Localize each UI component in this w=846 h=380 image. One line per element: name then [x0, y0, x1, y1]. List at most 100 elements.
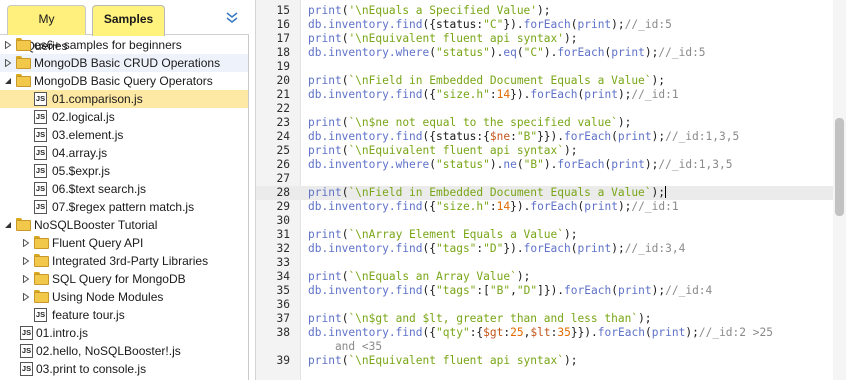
collapsed-arrow-icon[interactable]: [4, 41, 12, 49]
tree-folder-query[interactable]: MongoDB Basic Query Operators: [0, 72, 248, 90]
tree-file-t1[interactable]: JS 01.intro.js: [0, 324, 248, 342]
tree-folder-node[interactable]: Using Node Modules: [0, 288, 248, 306]
code-text: db.inventory.find({status:{$ne:"B"}}).fo…: [308, 130, 739, 144]
tree-folder-es6[interactable]: es6+ samples for beginners: [0, 36, 248, 54]
tree-file-f5[interactable]: JS 05.$expr.js: [0, 162, 248, 180]
code-line[interactable]: 33: [256, 256, 846, 270]
code-token: );: [651, 186, 666, 199]
code-line[interactable]: 23 print(`\n$ne not equal to the specifie…: [256, 116, 846, 130]
tree-folder-i3[interactable]: Integrated 3rd-Party Libraries: [0, 252, 248, 270]
collapse-all-icon[interactable]: [224, 10, 240, 26]
code-token: );: [651, 130, 666, 143]
code-token: );: [563, 354, 578, 367]
code-token: print: [617, 284, 652, 297]
code-token: }}).: [570, 326, 598, 339]
code-token: );: [617, 88, 632, 101]
expanded-arrow-icon[interactable]: [4, 77, 12, 85]
code-line[interactable]: 29 db.inventory.find({"size.h":14}).forEa…: [256, 200, 846, 214]
code-line[interactable]: 17 print('\nEquivalent fluent api syntax'…: [256, 32, 846, 46]
code-token: 25: [510, 326, 524, 339]
collapsed-arrow-icon[interactable]: [22, 293, 30, 301]
tree-file-f3[interactable]: JS 03.element.js: [0, 126, 248, 144]
code-line[interactable]: 27: [256, 172, 846, 186]
code-token: print: [308, 228, 342, 241]
tree-item-label: 03.element.js: [52, 128, 124, 142]
code-line[interactable]: 18 db.inventory.where("status").eq("C").f…: [256, 46, 846, 60]
line-number: 37: [276, 312, 290, 325]
tree-item-label: 07.$regex pattern match.js: [52, 200, 195, 214]
tab-my-queries[interactable]: My Queries: [7, 5, 86, 53]
code-token: //_id:1: [631, 88, 679, 101]
tree-file-f2[interactable]: JS 02.logical.js: [0, 108, 248, 126]
code-line[interactable]: 35 db.inventory.find({"tags":["B","D"]}).…: [256, 284, 846, 298]
code-line[interactable]: 21 db.inventory.find({"size.h":14}).forEa…: [256, 88, 846, 102]
code-token: "tags": [436, 284, 477, 297]
code-line[interactable]: 22: [256, 102, 846, 116]
code-token: "qty": [436, 326, 470, 339]
code-token: forEach: [523, 242, 571, 255]
line-number: 17: [276, 32, 290, 45]
code-line[interactable]: 28 print(`\nField in Embedded Document Eq…: [256, 186, 846, 200]
code-line[interactable]: 24 db.inventory.find({status:{$ne:"B"}}).…: [256, 130, 846, 144]
line-number: 23: [276, 116, 290, 129]
editor-scrollbar[interactable]: [833, 0, 846, 380]
code-token: print: [584, 88, 618, 101]
line-number: 26: [276, 158, 290, 171]
code-text: print(`\nEquivalent fluent api syntax`);: [308, 354, 577, 368]
code-line[interactable]: 30: [256, 214, 846, 228]
collapsed-arrow-icon[interactable]: [22, 275, 30, 283]
code-token: );: [563, 144, 578, 157]
tree-file-t2[interactable]: JS 02.hello, NoSQLBooster!.js: [0, 342, 248, 360]
code-line[interactable]: 31 print(`\nArray Element Equals a Value`…: [256, 228, 846, 242]
code-line[interactable]: 20 print(`\nField in Embedded Document Eq…: [256, 74, 846, 88]
line-number: 31: [276, 228, 290, 241]
code-line[interactable]: 25 print(`\nEquivalent fluent api syntax`…: [256, 144, 846, 158]
code-token: 35: [557, 326, 571, 339]
code-token: );: [611, 242, 625, 255]
tree-file-f6[interactable]: JS 06.$text search.js: [0, 180, 248, 198]
code-line[interactable]: and <35: [256, 340, 846, 354]
code-token: );: [644, 46, 659, 59]
tree-file-t3[interactable]: JS 03.print to console.js: [0, 360, 248, 378]
tree-file-f4[interactable]: JS 04.array.js: [0, 144, 248, 162]
code-line[interactable]: 37 print(`\n$gt and $lt, greater than and…: [256, 312, 846, 326]
code-line[interactable]: 16 db.inventory.find({status:"C"}).forEac…: [256, 18, 846, 32]
code-line[interactable]: 26 db.inventory.where("status").ne("B").f…: [256, 158, 846, 172]
tree-folder-sql[interactable]: SQL Query for MongoDB: [0, 270, 248, 288]
scrollbar-thumb[interactable]: [835, 118, 844, 216]
expanded-arrow-icon[interactable]: [4, 221, 12, 229]
code-lines[interactable]: 15 print('\nEquals a Specified Value'); 16…: [256, 4, 846, 368]
js-file-icon: JS: [34, 110, 47, 124]
code-line[interactable]: 34 print(`\nEquals an Array Value`);: [256, 270, 846, 284]
code-line[interactable]: 19: [256, 60, 846, 74]
tree-file-ft[interactable]: JS feature tour.js: [0, 306, 248, 324]
code-line[interactable]: 15 print('\nEquals a Specified Value');: [256, 4, 846, 18]
collapsed-arrow-icon[interactable]: [22, 257, 30, 265]
code-token: //_id:1,3,5: [665, 130, 740, 143]
code-token: ).: [489, 46, 504, 59]
code-token: print: [308, 186, 342, 199]
tab-samples[interactable]: Samples: [92, 5, 165, 36]
collapsed-arrow-icon[interactable]: [22, 239, 30, 247]
code-line[interactable]: 38 db.inventory.find({"qty":{$gt:25,$lt:3…: [256, 326, 846, 340]
tree-folder-fq[interactable]: Fluent Query API: [0, 234, 248, 252]
code-token: );: [617, 200, 632, 213]
tree-folder-crud[interactable]: MongoDB Basic CRUD Operations: [0, 54, 248, 72]
code-token: forEach: [523, 18, 571, 31]
tree-folder-tut[interactable]: NoSQLBooster Tutorial: [0, 216, 248, 234]
code-text: and <35: [308, 340, 382, 354]
code-token: //_id:1: [631, 200, 679, 213]
code-editor[interactable]: 15 print('\nEquals a Specified Value'); 16…: [255, 0, 846, 380]
line-number: 36: [276, 298, 290, 311]
code-line[interactable]: 39 print(`\nEquivalent fluent api syntax`…: [256, 354, 846, 368]
tree-file-f1[interactable]: JS 01.comparison.js: [0, 90, 248, 108]
tree-file-f7[interactable]: JS 07.$regex pattern match.js: [0, 198, 248, 216]
code-token: }).: [503, 242, 524, 255]
code-line[interactable]: 32 db.inventory.find({"tags":"D"}).forEac…: [256, 242, 846, 256]
collapsed-arrow-icon[interactable]: [4, 59, 12, 67]
code-token: forEach: [564, 284, 612, 297]
folder-icon: [16, 74, 31, 87]
code-text: db.inventory.find({"size.h":14}).forEach…: [308, 200, 679, 214]
code-token: '\nEquals a Specified Value': [348, 4, 538, 17]
code-line[interactable]: 36: [256, 298, 846, 312]
